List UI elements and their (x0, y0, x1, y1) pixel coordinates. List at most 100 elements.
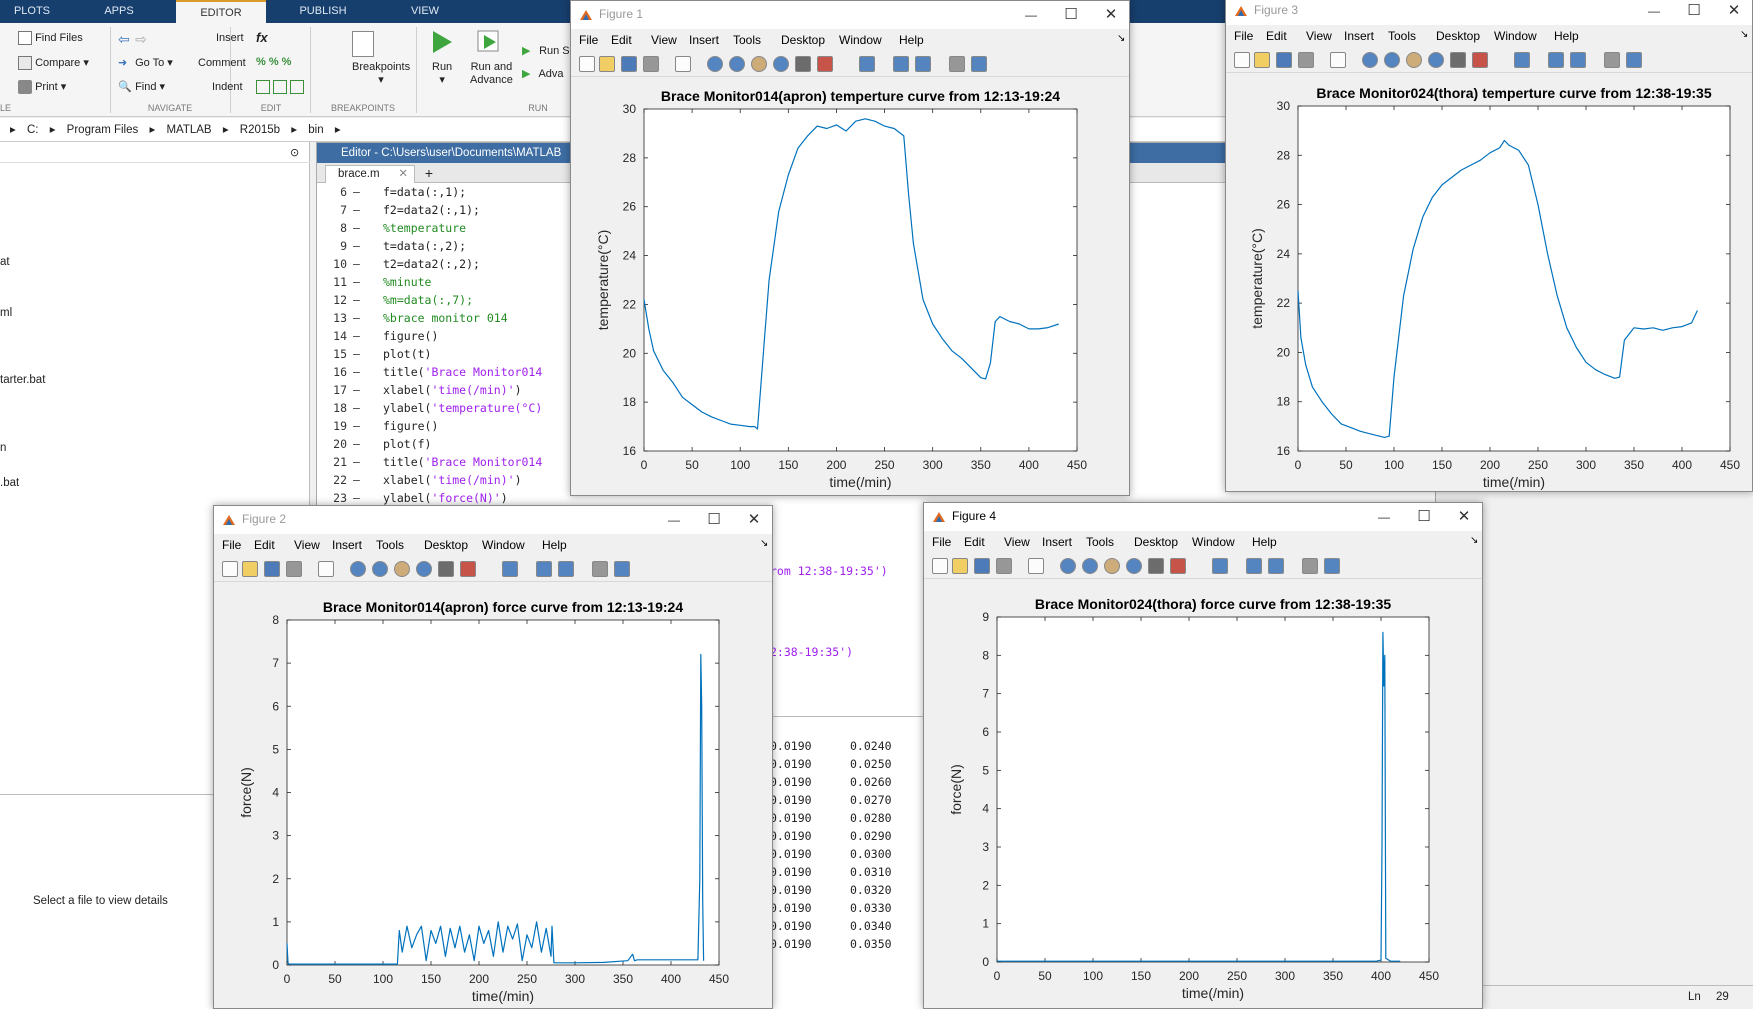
save-icon[interactable] (974, 558, 990, 574)
new-figure-icon[interactable] (222, 561, 238, 577)
link-plot-icon[interactable] (502, 561, 518, 577)
breadcrumb-bin[interactable]: bin (308, 124, 323, 136)
menu-item-help[interactable]: Help (899, 33, 924, 47)
print-button[interactable]: Print ▾ (18, 80, 66, 95)
data-cursor-icon[interactable] (1450, 52, 1466, 68)
pan-hand-icon[interactable] (1406, 52, 1422, 68)
legend-icon[interactable] (558, 561, 574, 577)
tab-brace-m[interactable]: brace.m ✕ (325, 165, 415, 183)
breakpoint-marker[interactable]: — (353, 435, 360, 453)
menu-item-insert[interactable]: Insert (689, 33, 719, 47)
show-plot-tools-icon[interactable] (1324, 558, 1340, 574)
breakpoint-marker[interactable]: — (353, 273, 360, 291)
menu-item-desktop[interactable]: Desktop (1436, 29, 1480, 43)
hide-plot-tools-icon[interactable] (949, 56, 965, 72)
indent-button[interactable]: Indent (212, 81, 243, 93)
panel-menu-icon[interactable]: ⊙ (290, 146, 299, 159)
comment-button[interactable]: Comment (198, 57, 246, 69)
dock-arrow-icon[interactable]: ↘ (1470, 535, 1478, 546)
figure-window[interactable]: Figure 1 — ☐ ✕ File Edit View Insert Tools Deskto… (570, 0, 1130, 496)
breakpoint-marker[interactable]: — (353, 381, 360, 399)
minimize-icon[interactable]: — (1374, 507, 1394, 527)
breakpoint-marker[interactable]: — (353, 309, 360, 327)
link-plot-icon[interactable] (859, 56, 875, 72)
pointer-icon[interactable] (1330, 52, 1346, 68)
minimize-icon[interactable]: — (664, 510, 684, 530)
file-list-item[interactable]: .bat (0, 477, 19, 489)
breakpoint-marker[interactable]: — (353, 471, 360, 489)
back-forward-buttons[interactable]: ⇦ ⇨ (118, 31, 149, 47)
figure-title-bar[interactable]: Figure 2 — ☐ ✕ (214, 506, 772, 534)
open-file-icon[interactable] (599, 56, 615, 72)
menu-item-edit[interactable]: Edit (1266, 29, 1287, 43)
menu-item-insert[interactable]: Insert (1042, 535, 1072, 549)
file-list-item[interactable]: n (0, 442, 6, 454)
minimize-icon[interactable]: — (1021, 5, 1041, 25)
breakpoint-marker[interactable]: — (353, 345, 360, 363)
show-plot-tools-icon[interactable] (1626, 52, 1642, 68)
chart-canvas[interactable]: Brace Monitor024(thora) temperture curve… (1226, 73, 1753, 492)
hide-plot-tools-icon[interactable] (592, 561, 608, 577)
data-cursor-icon[interactable] (438, 561, 454, 577)
breakpoint-marker[interactable]: — (353, 237, 360, 255)
zoom-in-icon[interactable] (1060, 558, 1076, 574)
menu-item-tools[interactable]: Tools (1388, 29, 1416, 43)
compare-button[interactable]: Compare ▾ (18, 56, 89, 71)
breadcrumb-r2015b[interactable]: R2015b (240, 124, 280, 136)
menu-item-edit[interactable]: Edit (611, 33, 632, 47)
pointer-icon[interactable] (675, 56, 691, 72)
figure-window[interactable]: Figure 4 — ☐ ✕ File Edit View Insert Tools Deskto… (923, 502, 1483, 1009)
file-list-item[interactable]: at (0, 256, 10, 268)
link-plot-icon[interactable] (1212, 558, 1228, 574)
menu-item-desktop[interactable]: Desktop (1134, 535, 1178, 549)
colorbar-icon[interactable] (536, 561, 552, 577)
new-tab-icon[interactable]: + (417, 165, 441, 183)
new-figure-icon[interactable] (579, 56, 595, 72)
breakpoint-marker[interactable]: — (353, 453, 360, 471)
colorbar-icon[interactable] (1548, 52, 1564, 68)
maximize-icon[interactable]: ☐ (1414, 507, 1434, 527)
advance-button[interactable]: ▶ Adva (522, 67, 564, 81)
indent-icons[interactable] (256, 80, 305, 94)
breadcrumb-program-files[interactable]: Program Files (67, 124, 139, 136)
figure-window[interactable]: Figure 3 — ☐ ✕ File Edit View Insert Tools Deskto… (1225, 0, 1753, 492)
print-icon[interactable] (643, 56, 659, 72)
go-to-button[interactable]: ➜ Go To ▾ (118, 56, 173, 70)
breakpoints-button[interactable]: Breakpoints ▾ (352, 61, 410, 86)
tab-view[interactable]: VIEW (380, 0, 470, 23)
breakpoint-marker[interactable]: — (353, 183, 360, 201)
run-section-button[interactable]: ▶ Run S (522, 44, 570, 58)
close-icon[interactable]: ✕ (744, 510, 764, 530)
maximize-icon[interactable]: ☐ (704, 510, 724, 530)
comment-percent-icon[interactable]: % % % (256, 56, 291, 68)
brush-icon[interactable] (1472, 52, 1488, 68)
chart-canvas[interactable]: Brace Monitor024(thora) force curve from… (924, 579, 1483, 1009)
breakpoint-marker[interactable]: — (353, 417, 360, 435)
maximize-icon[interactable]: ☐ (1061, 5, 1081, 25)
new-figure-icon[interactable] (932, 558, 948, 574)
close-icon[interactable]: ✕ (1101, 5, 1121, 25)
legend-icon[interactable] (1570, 52, 1586, 68)
breakpoints-icon[interactable] (352, 31, 374, 60)
save-icon[interactable] (264, 561, 280, 577)
menu-item-desktop[interactable]: Desktop (781, 33, 825, 47)
file-list-item[interactable]: ml (0, 307, 12, 319)
pan-hand-icon[interactable] (394, 561, 410, 577)
run-and-advance-icon[interactable] (476, 29, 502, 58)
breakpoint-marker[interactable]: — (353, 219, 360, 237)
menu-item-view[interactable]: View (651, 33, 677, 47)
close-icon[interactable]: ✕ (1454, 507, 1474, 527)
pointer-icon[interactable] (1028, 558, 1044, 574)
new-figure-icon[interactable] (1234, 52, 1250, 68)
chart-canvas[interactable]: Brace Monitor014(apron) temperture curve… (571, 77, 1130, 496)
menu-item-view[interactable]: View (1004, 535, 1030, 549)
print-icon[interactable] (996, 558, 1012, 574)
save-icon[interactable] (621, 56, 637, 72)
run-icon[interactable] (430, 29, 454, 58)
menu-item-tools[interactable]: Tools (733, 33, 761, 47)
rotate-icon[interactable] (1428, 52, 1444, 68)
zoom-out-icon[interactable] (729, 56, 745, 72)
zoom-out-icon[interactable] (1082, 558, 1098, 574)
pan-hand-icon[interactable] (751, 56, 767, 72)
insert-button[interactable]: Insert (216, 32, 244, 44)
